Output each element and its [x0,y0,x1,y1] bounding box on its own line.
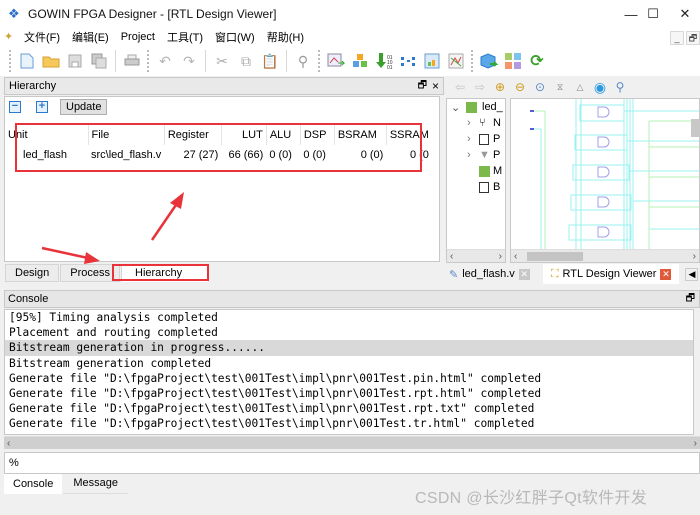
rtl-tree: ⌄ led_ › ⑂ N › P › ▼ P M B ‹ › [446,98,506,263]
refresh-view-icon[interactable]: ◉ [591,79,609,96]
collapse-icon[interactable]: ⧖ [551,82,569,93]
console-panel-title: Console [8,293,49,305]
back-icon[interactable]: ⇦ [451,80,469,94]
tab-label: RTL Design Viewer [562,268,657,280]
close-tab-icon[interactable]: ✕ [660,268,672,280]
console-line: Bitstream generation in progress...... [5,340,693,356]
module-icon [466,101,477,113]
console-tabs: Console Message [4,474,129,494]
zoom-in-icon[interactable]: ⊕ [491,80,509,94]
float-panel-icon[interactable]: 🗗 [686,291,695,308]
tab-console[interactable]: Console [4,474,63,494]
schematic-horizontal-scrollbar[interactable]: ‹ › [511,249,699,262]
tree-item[interactable]: › ▼ P [447,147,505,163]
tree-item[interactable]: › P [447,131,505,147]
console-line: Placement and routing completed [9,326,218,340]
tab-message[interactable]: Message [63,474,128,494]
net-icon: ⑂ [479,117,486,129]
scroll-right-icon[interactable]: › [694,438,697,449]
console-line: Generate file "D:\fpgaProject\test\001Te… [9,371,542,385]
tree-item-label: led_ [482,101,503,113]
expand-chevron-icon[interactable]: ⌄ [451,101,463,114]
scroll-thumb[interactable] [527,252,583,261]
tree-item-label: M [493,165,503,177]
tree-item[interactable]: M [447,163,505,179]
document-tabs: ✎ led_flash.v ✕ ⛶ RTL Design Viewer ✕ ◀ [444,264,700,284]
console-horizontal-scrollbar[interactable]: ‹ › [4,436,700,449]
tab-label: led_flash.v [462,268,515,280]
tree-horizontal-scrollbar[interactable]: ‹ › [447,249,505,262]
annotation-arrow-up [150,192,184,241]
port-icon [479,181,489,193]
primitive-icon: ▼ [479,149,490,161]
zoom-out-icon[interactable]: ⊖ [511,80,529,94]
tree-item-label: P [493,149,501,161]
scroll-right-icon[interactable]: › [693,251,696,262]
tree-item-label: P [493,133,501,145]
console-line: Generate file "D:\fpgaProject\test\001Te… [9,386,542,400]
console-line: Generate file "D:\fpgaProject\test\001Te… [9,402,535,416]
up-icon[interactable]: △ [571,82,589,93]
tree-item[interactable]: › ⑂ N [447,115,505,131]
tab-rtl-design-viewer[interactable]: ⛶ RTL Design Viewer ✕ [542,264,680,284]
port-icon [479,133,489,145]
expand-chevron-icon[interactable]: › [467,117,479,129]
console-output[interactable]: [95%] Timing analysis completed Placemen… [4,309,694,435]
console-line: Generate file "D:\fpgaProject\test\001Te… [9,417,535,431]
close-tab-icon[interactable]: ✕ [518,268,530,280]
console-panel-header: Console 🗗 [4,290,700,308]
scroll-left-icon[interactable]: ‹ [7,438,10,449]
rtl-viewer-icon: ⛶ [550,267,559,280]
rtl-schematic-canvas[interactable]: ‹ › [510,98,700,263]
scroll-left-icon[interactable]: ‹ [450,251,453,262]
expand-chevron-icon[interactable]: › [467,133,479,145]
expand-chevron-icon[interactable]: › [467,149,479,161]
console-line: Bitstream generation completed [9,356,212,370]
rtl-toolbar: ⇦ ⇨ ⊕ ⊖ ⊙ ⧖ △ ◉ ⚲ [447,76,700,98]
tree-item[interactable]: B [447,179,505,195]
console-vertical-scrollbar[interactable] [694,309,700,435]
tab-led-flash-v[interactable]: ✎ led_flash.v ✕ [444,264,535,284]
forward-icon[interactable]: ⇨ [471,80,489,94]
module-icon [479,165,490,177]
tree-item-label: B [493,181,501,193]
tab-hierarchy[interactable]: Hierarchy [121,264,210,282]
zoom-fit-icon[interactable]: ⊙ [531,80,549,94]
watermark-text: CSDN @长沙红胖子Qt软件开发 [415,490,648,507]
search-icon[interactable]: ⚲ [611,80,629,94]
left-panel-tabs: Design Process Hierarchy [5,264,210,282]
console-line: [95%] Timing analysis completed [9,311,218,324]
logic-gate-group [597,106,610,238]
annotation-arrow-right [41,246,100,264]
scroll-right-icon[interactable]: › [499,251,502,262]
tree-item-label: N [493,117,501,129]
console-command-input[interactable]: % [4,452,700,474]
tab-design[interactable]: Design [5,264,60,282]
tab-scroll-left-icon[interactable]: ◀ [685,267,699,281]
schematic-drawing [530,99,699,249]
verilog-file-icon: ✎ [449,268,459,281]
tab-process[interactable]: Process [60,264,120,282]
scroll-left-icon[interactable]: ‹ [514,251,517,262]
schematic-vertical-scroll-thumb[interactable] [691,119,699,137]
tree-item[interactable]: ⌄ led_ [447,99,505,115]
